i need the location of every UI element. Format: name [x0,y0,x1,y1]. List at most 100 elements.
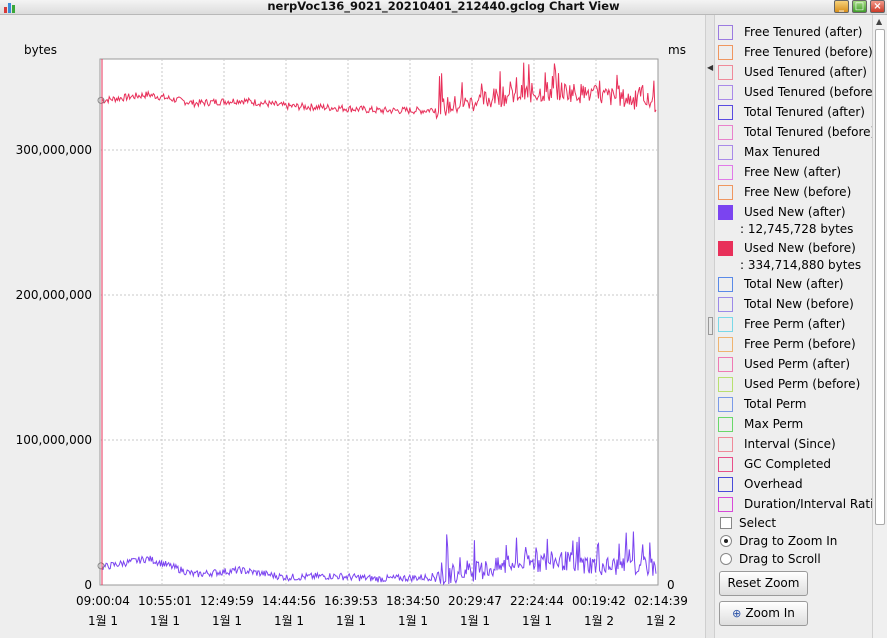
legend-value-readout: : 334,714,880 bytes [740,258,862,272]
legend-swatch[interactable] [718,397,733,412]
legend-swatch[interactable] [718,377,733,392]
legend-label: Free Tenured (after) [744,25,863,39]
zoom-in-button[interactable]: ⊕ Zoom In [719,601,808,626]
magnifier-zoom-icon: ⊕ [732,607,742,620]
legend-swatch[interactable] [718,457,733,472]
x-tick-time: 09:00:04 [76,594,130,608]
legend-label: Max Perm [744,417,804,431]
legend-label: Total Perm [744,397,807,411]
reset-zoom-button[interactable]: Reset Zoom [719,571,808,596]
splitter-grip[interactable] [708,317,713,335]
close-button[interactable]: × [870,0,885,13]
legend-label: Free New (after) [744,165,842,179]
x-tick-date: 1월 2 [584,614,614,628]
scroll-up-icon[interactable]: ▲ [876,17,882,26]
legend-label: Free New (before) [744,185,852,199]
legend-label: Max Tenured [744,145,821,159]
collapse-arrow-icon[interactable]: ◀ [707,63,713,72]
y-tick-label: 100,000,000 [16,433,92,447]
legend-label: Free Perm (before) [744,337,856,351]
x-tick-time: 02:14:39 [634,594,688,608]
legend-swatch[interactable] [718,125,733,140]
maximize-icon: □ [854,1,865,12]
maximize-button[interactable]: □ [852,0,867,13]
legend-swatch[interactable] [718,25,733,40]
minimize-button[interactable]: _ [834,0,849,13]
legend-label: Total Tenured (before) [744,125,876,139]
legend-swatch[interactable] [718,205,733,220]
legend-swatch[interactable] [718,85,733,100]
minimize-icon: _ [839,1,844,12]
radio-button[interactable] [720,535,732,547]
legend-swatch[interactable] [718,277,733,292]
radio-button[interactable] [720,553,732,565]
x-tick-date: 1월 1 [336,614,366,628]
x-tick-date: 1월 1 [398,614,428,628]
legend-label: Duration/Interval Ratio [744,497,881,511]
x-tick-time: 20:29:47 [448,594,502,608]
legend-label: Free Perm (after) [744,317,846,331]
legend-swatch[interactable] [718,357,733,372]
plot-area[interactable] [99,58,659,586]
scroll-mode-radio-label: Drag to Scroll [739,552,821,566]
x-tick-time: 10:55:01 [138,594,192,608]
legend-label: Total New (after) [744,277,844,291]
x-tick-time: 12:49:59 [200,594,254,608]
window-title: nerpVoc136_9021_20210401_212440.gclog Ch… [267,0,620,13]
legend-swatch[interactable] [718,185,733,200]
x-tick-time: 00:19:42 [572,594,626,608]
reset-zoom-label: Reset Zoom [727,576,800,590]
y-tick-label: 300,000,000 [16,143,92,157]
legend-value-readout: : 12,745,728 bytes [740,222,854,236]
legend-swatch[interactable] [718,241,733,256]
legend-swatch[interactable] [718,145,733,160]
x-tick-date: 1월 1 [88,614,118,628]
legend-label: Used New (after) [744,205,846,219]
zoom-mode-radio-label: Drag to Zoom In [739,534,838,548]
x-tick-date: 1월 1 [522,614,552,628]
legend-swatch[interactable] [718,165,733,180]
chart-panel[interactable]: 0 100,000,000 200,000,000 300,000,000 bytes m… [0,15,705,638]
legend-panel: Free Tenured (after) Free Tenured (before… [715,15,881,638]
x-tick-time: 16:39:53 [324,594,378,608]
legend-label: Used Tenured (before) [744,85,878,99]
panel-splitter[interactable]: ◀ [705,15,715,638]
legend-swatch[interactable] [718,497,733,512]
y-axis-unit-left: bytes [24,43,57,57]
zoom-in-label: Zoom In [745,606,795,620]
legend-scrollbar[interactable]: ▲ [872,15,887,638]
legend-label: Total New (before) [744,297,854,311]
legend-swatch[interactable] [718,297,733,312]
x-tick-date: 1월 1 [460,614,490,628]
x-tick-time: 22:24:44 [510,594,564,608]
scrollbar-thumb[interactable] [875,29,885,525]
select-checkbox-label: Select [739,516,777,530]
checkbox[interactable] [720,517,732,529]
legend-label: Total Tenured (after) [744,105,865,119]
legend-label: Used Perm (before) [744,377,861,391]
x-tick-date: 1월 1 [274,614,304,628]
legend-swatch[interactable] [718,337,733,352]
legend-swatch[interactable] [718,105,733,120]
x-tick-date: 1월 1 [212,614,242,628]
legend-swatch[interactable] [718,65,733,80]
legend-label: Free Tenured (before) [744,45,873,59]
legend-label: Used Tenured (after) [744,65,867,79]
legend-label: Used Perm (after) [744,357,851,371]
legend-swatch[interactable] [718,45,733,60]
x-tick-date: 1월 1 [150,614,180,628]
y-right-zero-label: 0 [667,578,675,592]
legend-label: Interval (Since) [744,437,836,451]
legend-swatch[interactable] [718,417,733,432]
title-bar: nerpVoc136_9021_20210401_212440.gclog Ch… [0,0,887,15]
legend-label: Used New (before) [744,241,856,255]
gc-chart[interactable]: 0 100,000,000 200,000,000 300,000,000 bytes m… [0,15,705,638]
x-tick-time: 18:34:50 [386,594,440,608]
x-tick-date: 1월 2 [646,614,676,628]
legend-swatch[interactable] [718,317,733,332]
legend-swatch[interactable] [718,437,733,452]
legend-label: GC Completed [744,457,831,471]
y-tick-label: 200,000,000 [16,288,92,302]
legend-swatch[interactable] [718,477,733,492]
x-tick-time: 14:44:56 [262,594,316,608]
